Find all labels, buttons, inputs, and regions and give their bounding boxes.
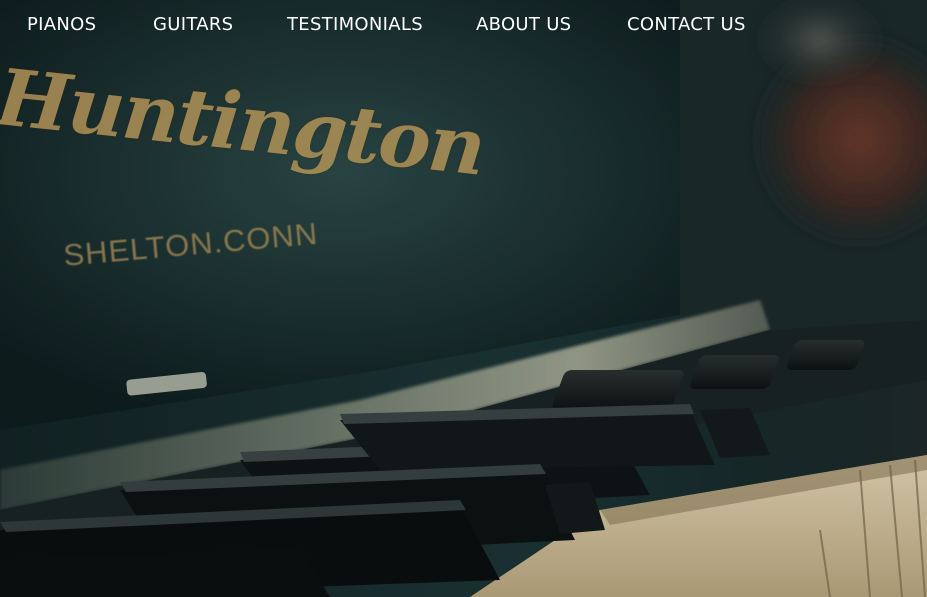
nav-link-testimonials[interactable]: TESTIMONIALS: [287, 12, 423, 38]
nav-link-about-us[interactable]: ABOUT US: [476, 12, 571, 38]
nav-link-pianos[interactable]: PIANOS: [27, 12, 96, 38]
main-navigation: PIANOS GUITARS TESTIMONIALS ABOUT US CON…: [0, 12, 927, 40]
hero-section: Huntington SHELTON.CONN PIANOS GUITARS T…: [0, 0, 927, 597]
nav-link-contact-us[interactable]: CONTACT US: [627, 12, 746, 38]
nav-link-guitars[interactable]: GUITARS: [153, 12, 233, 38]
